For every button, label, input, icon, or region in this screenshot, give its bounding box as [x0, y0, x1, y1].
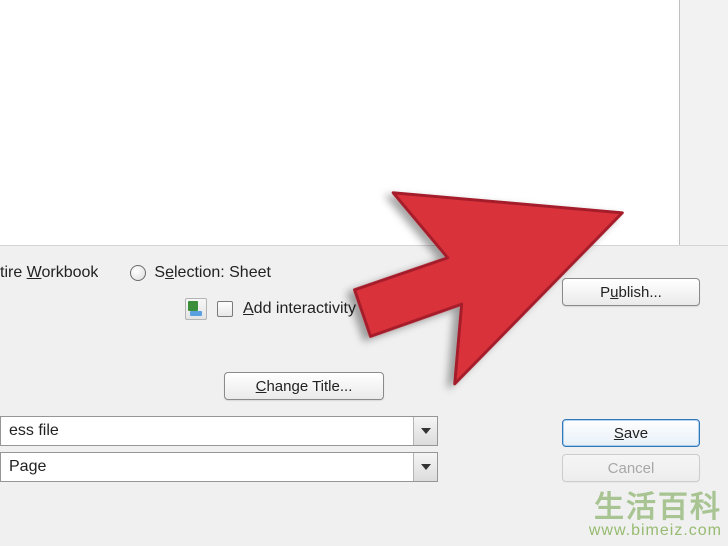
save-as-type-combo[interactable]: Page: [0, 452, 438, 482]
file-name-combo[interactable]: ess file: [0, 416, 438, 446]
dropdown-arrow-icon[interactable]: [413, 417, 437, 445]
access-key: A: [243, 300, 254, 317]
dropdown-arrow-icon[interactable]: [413, 453, 437, 481]
change-title-button[interactable]: Change Title...: [224, 372, 384, 400]
right-gutter: [680, 0, 728, 245]
save-button[interactable]: Save: [562, 419, 700, 447]
add-interactivity-label: Add interactivity: [243, 300, 356, 318]
selection-sheet-radio[interactable]: Selection: Sheet: [130, 264, 271, 282]
text-fragment: ave: [624, 425, 648, 442]
add-interactivity-checkbox[interactable]: [217, 301, 233, 317]
cancel-label: Cancel: [608, 460, 655, 477]
access-key: S: [614, 425, 624, 442]
text-fragment: S: [154, 264, 165, 281]
text-fragment: orkbook: [41, 264, 98, 281]
access-key: W: [27, 264, 42, 281]
access-key: C: [256, 378, 267, 395]
excel-web-icon: [185, 298, 207, 320]
selection-sheet-label: Selection: Sheet: [154, 264, 271, 282]
cancel-button[interactable]: Cancel: [562, 454, 700, 482]
preview-area: [0, 0, 680, 245]
text-fragment: lection: Sheet: [174, 264, 271, 281]
text-fragment: hange Title...: [266, 378, 352, 395]
text-fragment: blish...: [619, 284, 662, 301]
save-as-type-value: Page: [9, 458, 46, 476]
save-as-dialog-lower: tire Workbook Selection: Sheet Publish..…: [0, 245, 728, 545]
radio-icon: [130, 265, 146, 281]
entire-workbook-label: tire Workbook: [0, 264, 98, 282]
file-name-value: ess file: [9, 422, 59, 440]
text-fragment: tire: [0, 264, 27, 281]
text-fragment: P: [600, 284, 610, 301]
access-key: u: [610, 284, 618, 301]
access-key: e: [165, 264, 174, 281]
text-fragment: dd interactivity: [254, 300, 356, 317]
publish-button[interactable]: Publish...: [562, 278, 700, 306]
